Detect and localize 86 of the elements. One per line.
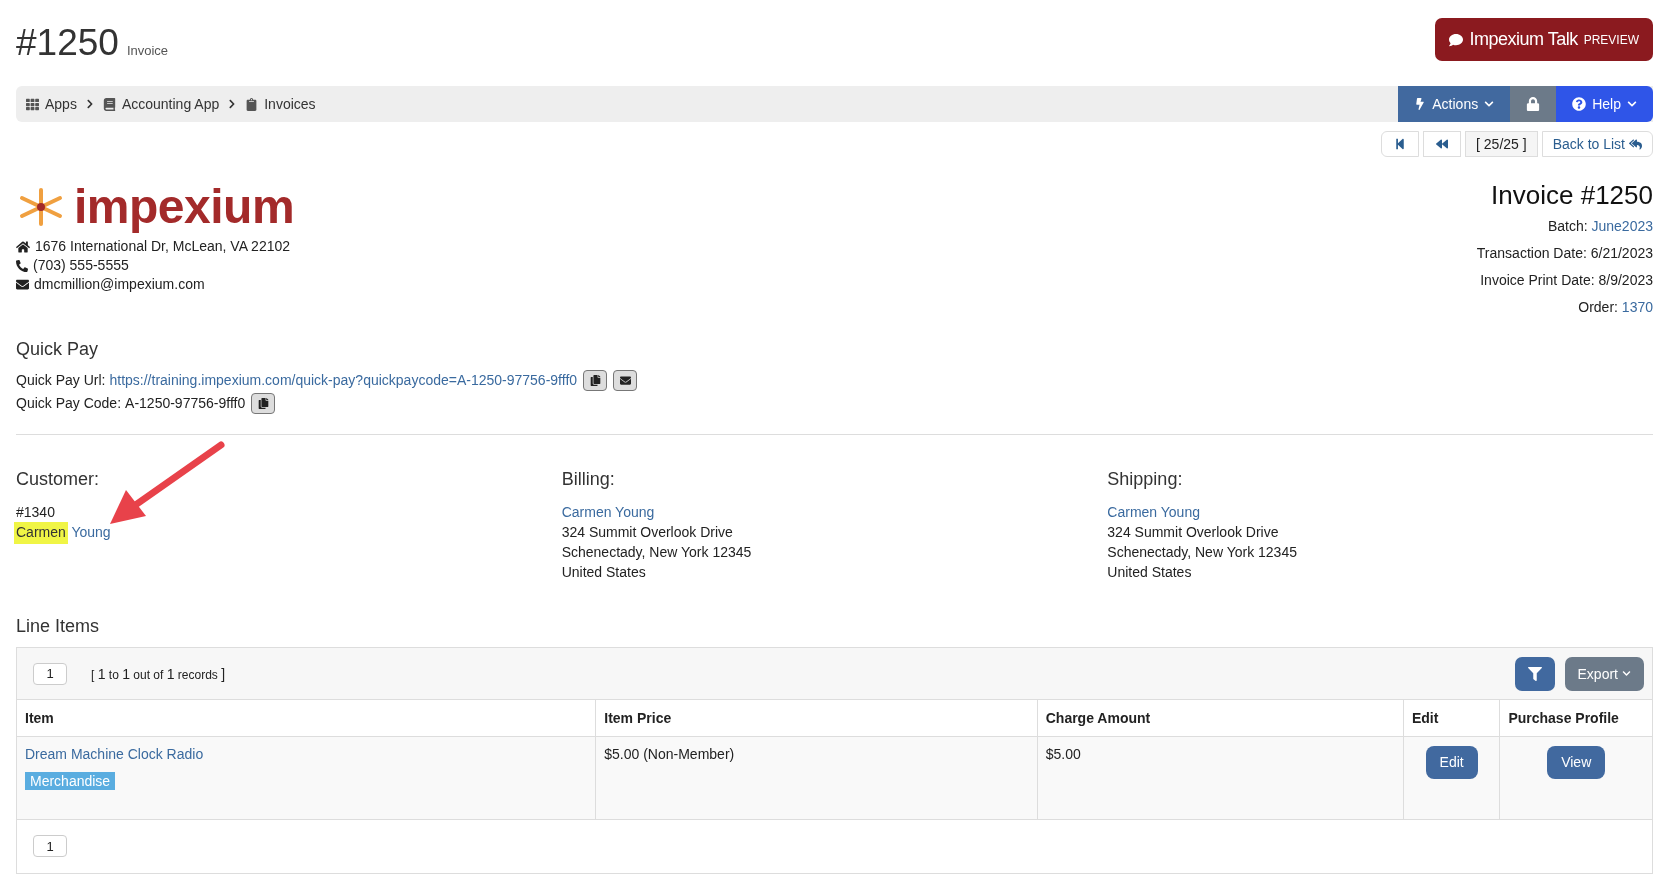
section-heading: Shipping: bbox=[1107, 469, 1184, 490]
column-header: Item Price bbox=[595, 700, 1038, 736]
page-title: #1250 bbox=[16, 22, 119, 64]
filter-button[interactable] bbox=[1514, 656, 1555, 691]
view-button[interactable]: View bbox=[1547, 745, 1606, 779]
section-heading: Quick Pay bbox=[16, 339, 100, 360]
detail-value: 8/9/2023 bbox=[1598, 272, 1653, 288]
copy-icon bbox=[589, 375, 601, 386]
table-cell: $5.00 bbox=[1045, 745, 1081, 762]
previous-page-button[interactable] bbox=[1423, 131, 1462, 157]
envelope-icon bbox=[619, 375, 631, 386]
caret-icon bbox=[1622, 669, 1631, 678]
breadcrumb-link[interactable]: Invoices bbox=[245, 96, 316, 112]
address-line: Schenectady, New York 12345 bbox=[1107, 543, 1298, 562]
column-header: Item bbox=[17, 700, 596, 736]
caret-icon bbox=[1627, 99, 1637, 109]
customer-number: #1340 bbox=[16, 503, 56, 522]
quick-pay-code: A-1250-97756-9fff0 bbox=[125, 394, 246, 413]
page-number-button[interactable]: 1 bbox=[33, 662, 67, 685]
edit-button[interactable]: Edit bbox=[1425, 745, 1478, 779]
address-line: 324 Summit Overlook Drive bbox=[1107, 523, 1280, 542]
detail-link[interactable]: June2023 bbox=[1591, 218, 1653, 234]
page-position-text: [ 25/25 ] bbox=[1465, 131, 1538, 157]
address-line: 324 Summit Overlook Drive bbox=[561, 523, 734, 542]
help-icon bbox=[1572, 97, 1587, 111]
book-icon bbox=[102, 97, 116, 111]
email-button[interactable] bbox=[613, 370, 638, 391]
breadcrumb-link[interactable]: Apps bbox=[26, 96, 77, 112]
invoice-title: Invoice #1250 bbox=[1491, 179, 1653, 212]
breadcrumb-link[interactable]: Accounting App bbox=[102, 96, 220, 112]
clipboard-icon bbox=[245, 97, 259, 111]
records-count: [ 1 to 1 out of 1 records ] bbox=[91, 665, 226, 682]
quick-pay-link[interactable]: https://training.impexium.com/quick-pay?quickpaycode=A-1250-97756-9fff0 bbox=[109, 371, 578, 390]
customer-link[interactable]: Young bbox=[71, 524, 111, 540]
reply-all-icon bbox=[1629, 137, 1642, 151]
table-cell: $5.00 (Non-Member) bbox=[604, 745, 735, 762]
actions-button[interactable]: Actions bbox=[1398, 86, 1511, 122]
rewind-icon bbox=[1436, 138, 1449, 150]
section-heading: Billing: bbox=[561, 469, 616, 490]
company-email: dmcmillion@impexium.com bbox=[34, 275, 205, 294]
lock-icon bbox=[1526, 97, 1541, 111]
home-icon bbox=[16, 239, 30, 254]
page-number-button[interactable]: 1 bbox=[33, 835, 67, 857]
first-page-button[interactable] bbox=[1381, 131, 1420, 157]
copy-button[interactable] bbox=[251, 393, 276, 414]
field-label: Quick Pay Code: bbox=[16, 394, 122, 413]
detail-value: 6/21/2023 bbox=[1590, 245, 1653, 261]
section-heading: Customer: bbox=[16, 469, 101, 490]
filter-icon bbox=[1527, 666, 1542, 681]
detail-label: Batch: bbox=[1547, 218, 1588, 234]
copy-button[interactable] bbox=[583, 370, 608, 391]
detail-label: Transaction Date: bbox=[1476, 245, 1587, 261]
skip-back-icon bbox=[1394, 138, 1407, 150]
detail-label: Order: bbox=[1578, 299, 1618, 315]
logo-text: impexium bbox=[74, 179, 295, 236]
address-line: Schenectady, New York 12345 bbox=[561, 543, 753, 562]
column-header: Purchase Profile bbox=[1499, 700, 1652, 736]
highlighted-text: Carmen bbox=[14, 522, 68, 544]
billing-name-link[interactable]: Carmen Young bbox=[561, 502, 1108, 522]
chevron-icon bbox=[84, 99, 95, 109]
bolt-icon bbox=[1414, 98, 1427, 110]
detail-label: Invoice Print Date: bbox=[1480, 272, 1595, 288]
item-link[interactable]: Dream Machine Clock Radio bbox=[25, 745, 204, 762]
phone-icon bbox=[16, 259, 28, 272]
address-line: United States bbox=[1107, 563, 1193, 582]
column-header: Charge Amount bbox=[1037, 700, 1404, 736]
address-line: United States bbox=[561, 563, 647, 582]
shipping-name-link[interactable]: Carmen Young bbox=[1107, 502, 1653, 522]
back-to-list-link[interactable]: Back to List bbox=[1541, 131, 1653, 157]
lock-button[interactable] bbox=[1510, 86, 1557, 122]
grid-icon bbox=[26, 97, 39, 111]
email-icon bbox=[16, 278, 29, 291]
copy-icon bbox=[257, 398, 269, 409]
field-label: Quick Pay Url: bbox=[16, 371, 106, 390]
section-heading: Line Items bbox=[16, 616, 101, 637]
page-subtitle: Invoice bbox=[126, 43, 169, 58]
talk-button[interactable]: Impexium Talk PREVIEW bbox=[1435, 18, 1653, 61]
detail-link[interactable]: 1370 bbox=[1621, 299, 1653, 315]
company-phone: (703) 555-5555 bbox=[33, 256, 129, 275]
category-tag: Merchandise bbox=[25, 771, 116, 790]
company-address: 1676 International Dr, McLean, VA 22102 bbox=[35, 237, 291, 256]
column-header: Edit bbox=[1403, 700, 1500, 736]
caret-icon bbox=[1484, 99, 1495, 109]
help-button[interactable]: Help bbox=[1556, 86, 1653, 122]
speech-bubble-icon bbox=[1449, 32, 1464, 47]
export-button[interactable]: Export bbox=[1564, 656, 1644, 691]
